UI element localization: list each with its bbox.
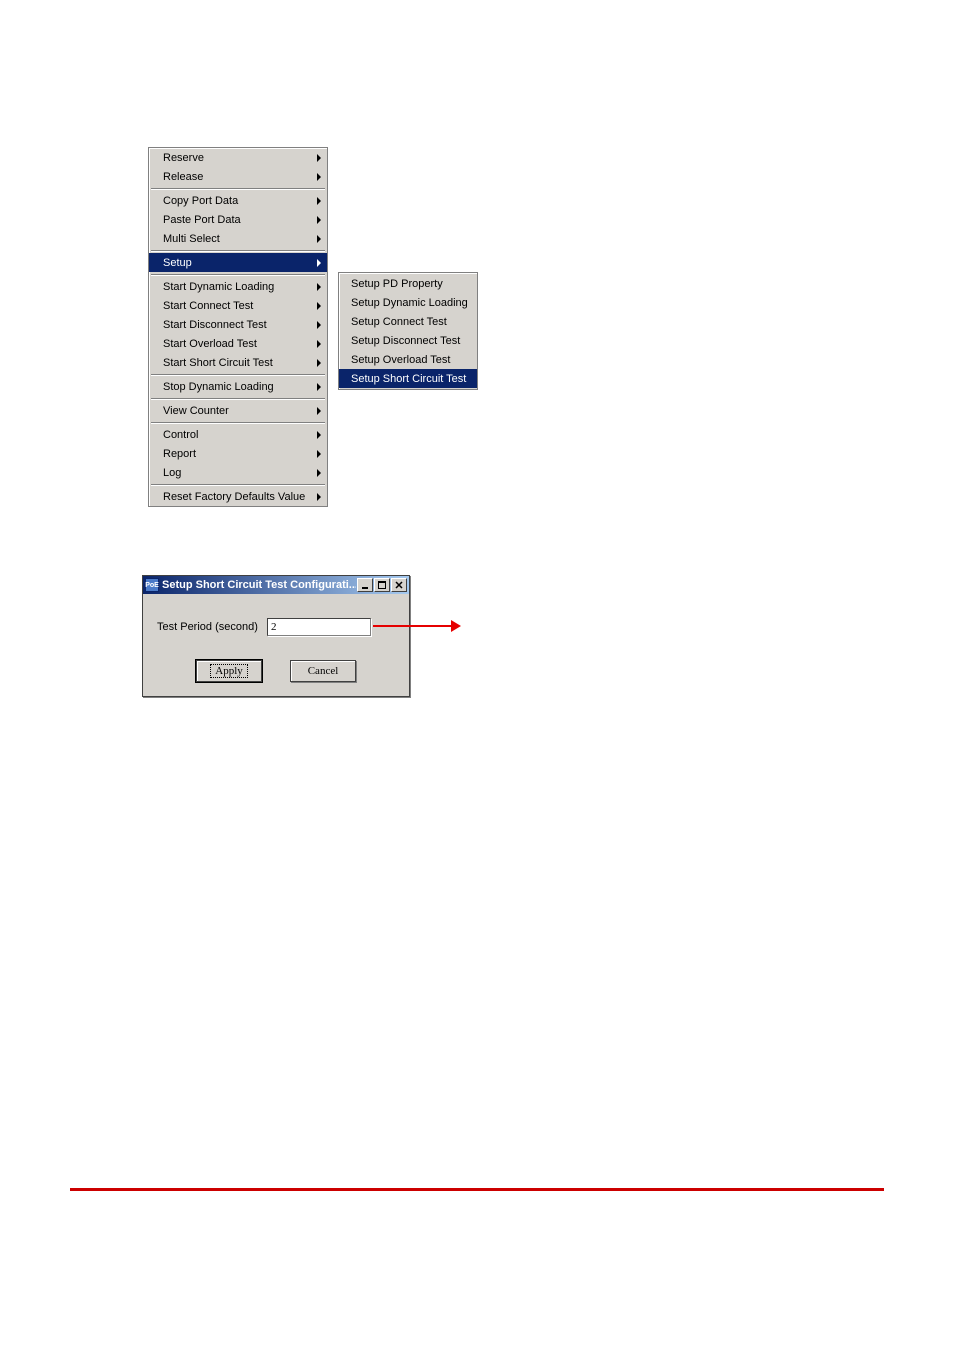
menu-item-label: Start Overload Test bbox=[163, 338, 257, 350]
menu-start-short-circuit-test[interactable]: Start Short Circuit Test bbox=[149, 353, 327, 372]
menu-separator bbox=[151, 188, 325, 189]
submenu-arrow-icon bbox=[317, 383, 321, 391]
menu-item-label: Stop Dynamic Loading bbox=[163, 381, 274, 393]
menu-item-label: Setup Overload Test bbox=[351, 354, 450, 366]
menu-item-label: Setup Disconnect Test bbox=[351, 335, 460, 347]
menu-item-label: Report bbox=[163, 448, 196, 460]
menu-reset-factory-defaults[interactable]: Reset Factory Defaults Value bbox=[149, 487, 327, 506]
menu-item-label: Setup Short Circuit Test bbox=[351, 373, 466, 385]
close-button[interactable] bbox=[391, 578, 407, 592]
submenu-arrow-icon bbox=[317, 197, 321, 205]
submenu-arrow-icon bbox=[317, 407, 321, 415]
menu-item-label: Multi Select bbox=[163, 233, 220, 245]
maximize-button[interactable] bbox=[374, 578, 390, 592]
menu-item-label: Setup PD Property bbox=[351, 278, 443, 290]
submenu-arrow-icon bbox=[317, 302, 321, 310]
menu-setup[interactable]: Setup bbox=[149, 253, 327, 272]
menu-item-label: Start Short Circuit Test bbox=[163, 357, 273, 369]
submenu-arrow-icon bbox=[317, 431, 321, 439]
menu-start-disconnect-test[interactable]: Start Disconnect Test bbox=[149, 315, 327, 334]
menu-view-counter[interactable]: View Counter bbox=[149, 401, 327, 420]
submenu-setup-short-circuit-test[interactable]: Setup Short Circuit Test bbox=[339, 369, 477, 388]
menu-copy-port-data[interactable]: Copy Port Data bbox=[149, 191, 327, 210]
maximize-icon bbox=[378, 581, 386, 589]
menu-separator bbox=[151, 484, 325, 485]
submenu-arrow-icon bbox=[317, 321, 321, 329]
menu-start-connect-test[interactable]: Start Connect Test bbox=[149, 296, 327, 315]
submenu-arrow-icon bbox=[317, 259, 321, 267]
menu-report[interactable]: Report bbox=[149, 444, 327, 463]
submenu-arrow-icon bbox=[317, 493, 321, 501]
cancel-button[interactable]: Cancel bbox=[290, 660, 356, 682]
menu-item-label: View Counter bbox=[163, 405, 229, 417]
submenu-arrow-icon bbox=[317, 340, 321, 348]
dialog-setup-short-circuit-test: PoE Setup Short Circuit Test Configurati… bbox=[142, 575, 410, 697]
context-menu-main: Reserve Release Copy Port Data Paste Port D… bbox=[148, 147, 328, 507]
menu-item-label: Start Connect Test bbox=[163, 300, 253, 312]
submenu-setup-pd-property[interactable]: Setup PD Property bbox=[339, 274, 477, 293]
app-icon: PoE bbox=[145, 578, 159, 592]
submenu-arrow-icon bbox=[317, 216, 321, 224]
menu-separator bbox=[151, 374, 325, 375]
menu-item-label: Copy Port Data bbox=[163, 195, 238, 207]
footer-rule bbox=[70, 1188, 884, 1191]
menu-item-label: Setup Dynamic Loading bbox=[351, 297, 468, 309]
dialog-title: Setup Short Circuit Test Configurati... bbox=[162, 579, 356, 591]
context-submenu-setup: Setup PD Property Setup Dynamic Loading Se… bbox=[338, 272, 478, 390]
submenu-arrow-icon bbox=[317, 235, 321, 243]
menu-separator bbox=[151, 274, 325, 275]
menu-separator bbox=[151, 398, 325, 399]
menu-start-overload-test[interactable]: Start Overload Test bbox=[149, 334, 327, 353]
menu-log[interactable]: Log bbox=[149, 463, 327, 482]
submenu-setup-overload-test[interactable]: Setup Overload Test bbox=[339, 350, 477, 369]
dialog-titlebar[interactable]: PoE Setup Short Circuit Test Configurati… bbox=[143, 576, 409, 594]
menu-separator bbox=[151, 422, 325, 423]
menu-item-label: Log bbox=[163, 467, 181, 479]
minimize-button[interactable] bbox=[357, 578, 373, 592]
submenu-arrow-icon bbox=[317, 154, 321, 162]
menu-release[interactable]: Release bbox=[149, 167, 327, 186]
menu-item-label: Start Disconnect Test bbox=[163, 319, 267, 331]
menu-stop-dynamic-loading[interactable]: Stop Dynamic Loading bbox=[149, 377, 327, 396]
menu-start-dynamic-loading[interactable]: Start Dynamic Loading bbox=[149, 277, 327, 296]
submenu-setup-dynamic-loading[interactable]: Setup Dynamic Loading bbox=[339, 293, 477, 312]
menu-item-label: Start Dynamic Loading bbox=[163, 281, 274, 293]
menu-item-label: Reserve bbox=[163, 152, 204, 164]
menu-item-label: Setup Connect Test bbox=[351, 316, 447, 328]
submenu-arrow-icon bbox=[317, 469, 321, 477]
field-label-test-period: Test Period (second) bbox=[157, 621, 267, 633]
menu-multi-select[interactable]: Multi Select bbox=[149, 229, 327, 248]
menu-item-label: Release bbox=[163, 171, 203, 183]
submenu-arrow-icon bbox=[317, 450, 321, 458]
minimize-icon bbox=[361, 581, 369, 589]
menu-item-label: Paste Port Data bbox=[163, 214, 241, 226]
submenu-arrow-icon bbox=[317, 283, 321, 291]
close-icon bbox=[395, 581, 403, 589]
menu-paste-port-data[interactable]: Paste Port Data bbox=[149, 210, 327, 229]
menu-separator bbox=[151, 250, 325, 251]
input-test-period[interactable] bbox=[267, 618, 371, 636]
menu-reserve[interactable]: Reserve bbox=[149, 148, 327, 167]
submenu-setup-connect-test[interactable]: Setup Connect Test bbox=[339, 312, 477, 331]
apply-button[interactable]: Apply bbox=[196, 660, 262, 682]
menu-item-label: Reset Factory Defaults Value bbox=[163, 491, 305, 503]
menu-item-label: Control bbox=[163, 429, 198, 441]
menu-item-label: Setup bbox=[163, 257, 192, 269]
menu-control[interactable]: Control bbox=[149, 425, 327, 444]
submenu-setup-disconnect-test[interactable]: Setup Disconnect Test bbox=[339, 331, 477, 350]
submenu-arrow-icon bbox=[317, 359, 321, 367]
submenu-arrow-icon bbox=[317, 173, 321, 181]
